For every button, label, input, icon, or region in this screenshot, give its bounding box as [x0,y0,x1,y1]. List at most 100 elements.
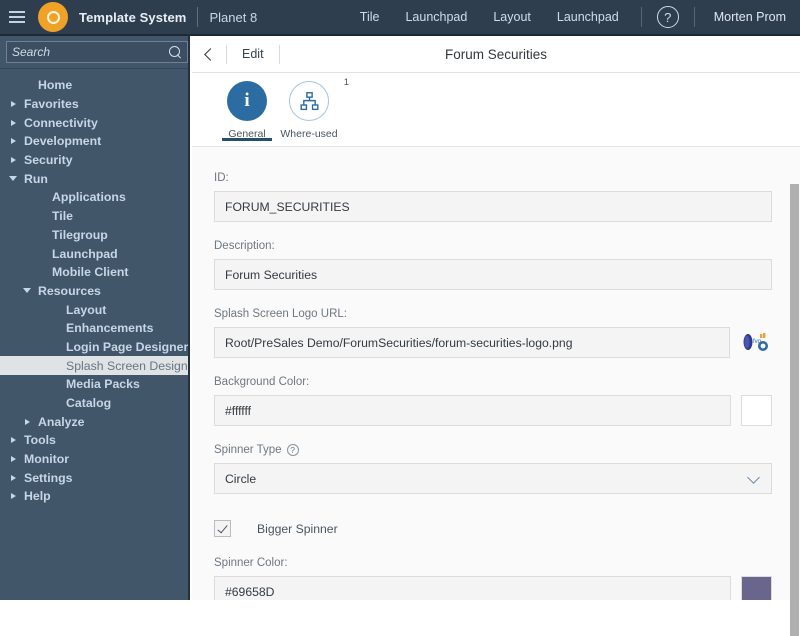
caret-right-icon[interactable] [6,493,20,499]
checkmark-icon [217,522,227,533]
bigger-spinner-label: Bigger Spinner [257,522,338,536]
caret-down-icon[interactable] [6,176,20,181]
content-header: Edit Forum Securities [192,36,800,73]
logo-url-label: Splash Screen Logo URL: [214,308,772,320]
background-color-input[interactable]: #ffffff [214,395,731,426]
info-glyph: i [244,90,249,112]
description-input[interactable]: Forum Securities [214,259,772,290]
header-divider-2 [641,7,642,27]
sidebar-item-applications[interactable]: Applications [0,188,188,207]
caret-right-icon[interactable] [6,120,20,126]
general-form: ID: FORUM_SECURITIES Description: Forum … [192,148,800,600]
sidebar-item-connectivity[interactable]: Connectivity [0,113,188,132]
scrollbar-thumb[interactable] [790,184,799,636]
where-used-badge: 1 [344,77,349,88]
sidebar-item-label: Media Packs [66,377,140,391]
sidebar-item-tilegroup[interactable]: Tilegroup [0,226,188,245]
spinner-color-field-group: Spinner Color: #69658D [214,557,772,600]
sidebar-item-label: Enhancements [66,321,153,335]
sidebar-item-label: Run [24,172,48,186]
spinner-type-field-group: Spinner Type ? Circle [214,444,772,494]
search-icon[interactable] [169,46,182,59]
spinner-color-swatch[interactable] [741,576,772,600]
background-color-field-group: Background Color: #ffffff [214,376,772,426]
sidebar-item-enhancements[interactable]: Enhancements [0,319,188,338]
sidebar-item-home[interactable]: Home [0,76,188,95]
spinner-type-row: Circle [214,463,772,494]
header-link-layout[interactable]: Layout [480,0,544,35]
header-link-tile[interactable]: Tile [347,0,393,35]
sidebar-item-resources[interactable]: Resources [0,282,188,301]
bigger-spinner-row: Bigger Spinner [214,520,772,537]
sidebar-item-tools[interactable]: Tools [0,431,188,450]
sidebar-item-analyze[interactable]: Analyze [0,412,188,431]
info-icon: i [227,81,267,121]
sidebar-item-label: Applications [52,190,126,204]
sidebar-item-monitor[interactable]: Monitor [0,450,188,469]
user-menu[interactable]: Morten Prom [704,10,800,24]
sidebar-item-favorites[interactable]: Favorites [0,95,188,114]
caret-right-icon[interactable] [6,157,20,163]
active-tab-indicator [222,138,272,141]
caret-right-icon[interactable] [6,437,20,443]
hamburger-icon[interactable] [0,0,34,35]
caret-right-icon[interactable] [20,419,34,425]
caret-right-icon[interactable] [6,475,20,481]
caret-down-icon[interactable] [20,288,34,293]
spinner-color-input[interactable]: #69658D [214,576,731,600]
search-input-wrapper[interactable] [6,41,188,63]
chevron-down-icon [747,471,760,484]
tab-general[interactable]: i General [216,73,278,140]
logo-thumbnail-icon[interactable]: fvg [740,327,772,358]
sidebar-item-launchpad[interactable]: Launchpad [0,244,188,263]
sidebar-item-login-page-designer[interactable]: Login Page Designer [0,338,188,357]
sidebar-item-label: Splash Screen Designer [66,359,190,373]
app-logo-icon[interactable] [38,2,68,32]
sidebar-item-label: Settings [24,471,73,485]
sidebar-item-catalog[interactable]: Catalog [0,394,188,413]
search-input[interactable] [12,45,169,59]
caret-right-icon[interactable] [6,101,20,107]
sidebar-item-security[interactable]: Security [0,151,188,170]
content-scrollbar[interactable] [790,184,799,600]
sidebar-item-layout[interactable]: Layout [0,300,188,319]
sidebar-item-development[interactable]: Development [0,132,188,151]
id-label: ID: [214,172,772,184]
sidebar-item-label: Mobile Client [52,265,129,279]
sidebar-item-settings[interactable]: Settings [0,468,188,487]
background-color-label: Background Color: [214,376,772,388]
logo-url-row: Root/PreSales Demo/ForumSecurities/forum… [214,327,772,358]
logo-url-input[interactable]: Root/PreSales Demo/ForumSecurities/forum… [214,327,730,358]
header-link-launchpad-2[interactable]: Launchpad [544,0,632,35]
header-divider [197,7,198,27]
sidebar-item-run[interactable]: Run [0,169,188,188]
header-actions: Tile Launchpad Layout Launchpad ? Morten… [347,0,800,35]
question-mark-icon[interactable]: ? [287,444,299,456]
sidebar-item-mobile-client[interactable]: Mobile Client [0,263,188,282]
sidebar-item-media-packs[interactable]: Media Packs [0,375,188,394]
tenant-name: Planet 8 [209,10,257,25]
background-color-swatch[interactable] [741,395,772,426]
sidebar-item-help[interactable]: Help [0,487,188,506]
back-button[interactable] [192,36,226,73]
spinner-color-label: Spinner Color: [214,557,772,569]
caret-glyph [11,101,16,107]
edit-button[interactable]: Edit [227,36,279,73]
caret-right-icon[interactable] [6,138,20,144]
help-icon[interactable]: ? [657,6,679,28]
sidebar-item-splash-screen-designer[interactable]: Splash Screen Designer [0,356,188,375]
sidebar-item-tile[interactable]: Tile [0,207,188,226]
id-input[interactable]: FORUM_SECURITIES [214,191,772,222]
id-row: FORUM_SECURITIES [214,191,772,222]
expand-all-button[interactable] [188,39,190,65]
header-divider-3 [694,7,695,27]
tab-where-used[interactable]: 1 Where-used [278,73,340,140]
logo-url-field-group: Splash Screen Logo URL: Root/PreSales De… [214,308,772,358]
bigger-spinner-checkbox[interactable] [214,520,231,537]
sidebar-item-label: Tile [52,209,73,223]
header-link-launchpad-1[interactable]: Launchpad [392,0,480,35]
tab-bar: i General 1 Where-used [192,73,800,147]
sidebar-item-label: Development [24,134,101,148]
caret-right-icon[interactable] [6,456,20,462]
spinner-type-select[interactable]: Circle [214,463,772,494]
